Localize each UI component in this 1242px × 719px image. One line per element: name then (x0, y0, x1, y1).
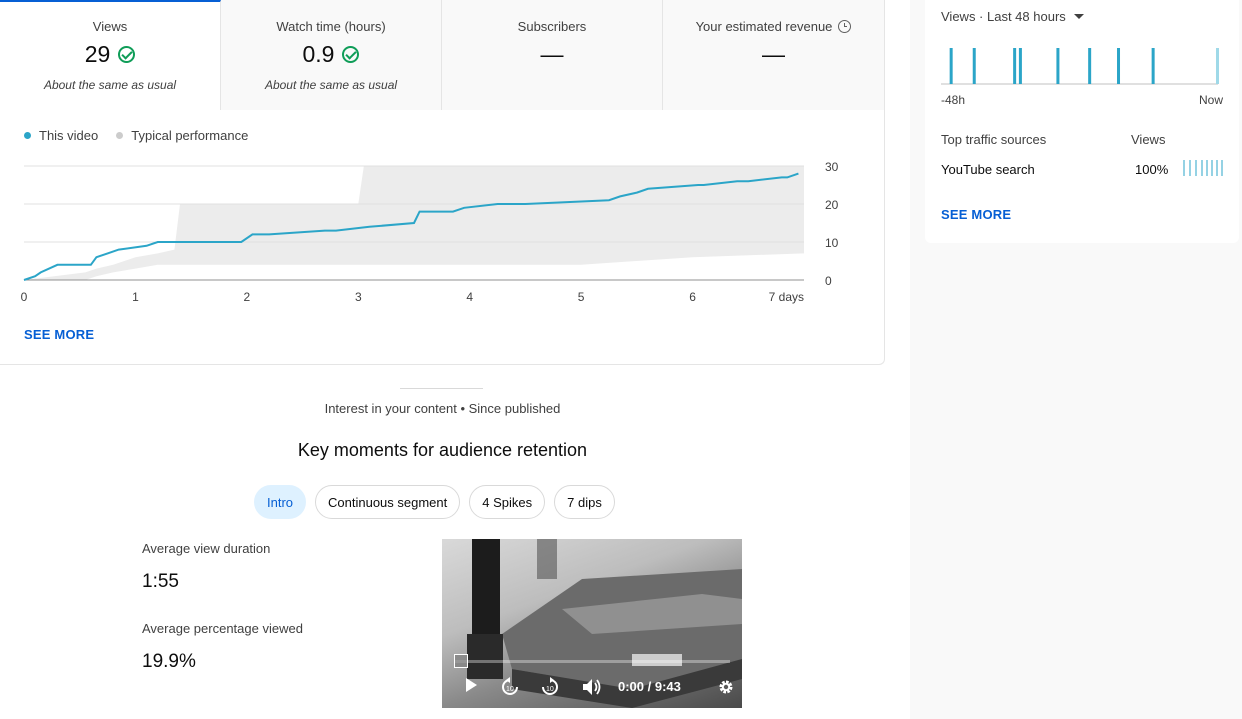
x-tick-label: 3 (355, 290, 362, 304)
tab-revenue[interactable]: Your estimated revenue — (663, 0, 884, 110)
metrics-card: Views 29 About the same as usual Watch t… (0, 0, 885, 365)
tab-subscribers[interactable]: Subscribers — (442, 0, 663, 110)
y-tick-label: 20 (825, 198, 839, 212)
y-tick-label: 30 (825, 160, 839, 174)
realtime-axis-left: -48h (941, 93, 966, 107)
tab-value: — (442, 40, 662, 68)
video-progress-bar[interactable] (455, 660, 730, 663)
realtime-period-dropdown[interactable]: Views · Last 48 hours (941, 9, 1084, 24)
tab-value: 0.9 (221, 40, 441, 68)
y-tick-label: 0 (825, 274, 832, 288)
realtime-axis-right: Now (1198, 93, 1223, 107)
chip-intro[interactable]: Intro (254, 485, 307, 519)
realtime-bar-chart (941, 48, 1219, 85)
check-circle-icon (118, 45, 136, 63)
chart-legend: This video Typical performance (24, 128, 248, 143)
realtime-bar (949, 48, 953, 84)
legend-this-video: This video (24, 128, 98, 143)
revenue-value: — (762, 40, 785, 67)
x-tick-label: 2 (244, 290, 251, 304)
metric-tabs: Views 29 About the same as usual Watch t… (0, 0, 884, 110)
traffic-sparkline-icon (1183, 160, 1223, 176)
legend-dot-icon (116, 132, 124, 139)
y-tick-label: 10 (825, 236, 839, 250)
realtime-bar (1013, 48, 1017, 84)
tab-title: Watch time (hours) (276, 19, 386, 34)
realtime-bar (1151, 48, 1155, 84)
traffic-sources-header: Top traffic sources (941, 132, 1047, 147)
realtime-bar (1088, 48, 1092, 84)
progress-scrubber[interactable] (454, 654, 468, 668)
x-tick-label: 6 (689, 290, 696, 304)
svg-text:10: 10 (506, 686, 514, 693)
retention-chips: Intro Continuous segment 4 Spikes 7 dips (254, 485, 615, 519)
video-player[interactable]: 10 10 0:00 / 9:43 (442, 539, 742, 708)
realtime-bar (1018, 48, 1022, 84)
video-time: 0:00 / 9:43 (618, 679, 681, 694)
svg-text:10: 10 (546, 686, 554, 693)
avg-percentage-label: Average percentage viewed (142, 621, 303, 636)
section-subtitle: Interest in your content • Since publish… (324, 401, 561, 416)
see-more-link[interactable]: SEE MORE (24, 327, 94, 342)
x-tick-label: 1 (132, 290, 139, 304)
realtime-card: Views · Last 48 hours -48h Now Top traff… (925, 0, 1239, 243)
tab-value: 29 (0, 40, 220, 68)
watch-time-value: 0.9 (302, 40, 335, 67)
chip-dips[interactable]: 7 dips (554, 485, 615, 519)
x-tick-label: 4 (466, 290, 473, 304)
tab-title: Your estimated revenue (663, 19, 884, 34)
clock-icon (838, 20, 852, 33)
chip-continuous-segment[interactable]: Continuous segment (315, 485, 461, 519)
tab-views[interactable]: Views 29 About the same as usual (0, 0, 221, 110)
traffic-views-header: Views (1131, 132, 1166, 147)
rewind-10-icon[interactable]: 10 (500, 677, 520, 697)
section-divider (400, 388, 483, 389)
settings-gear-icon[interactable] (718, 679, 734, 695)
forward-10-icon[interactable]: 10 (540, 677, 560, 697)
legend-dot-icon (24, 132, 31, 139)
avg-view-duration-label: Average view duration (142, 541, 271, 556)
views-value: 29 (84, 40, 111, 67)
avg-percentage-value: 19.9% (142, 651, 196, 672)
tab-watch-time[interactable]: Watch time (hours) 0.9 About the same as… (221, 0, 442, 110)
legend-typical: Typical performance (116, 128, 248, 143)
subscribers-value: — (540, 40, 564, 67)
realtime-bar (1117, 48, 1121, 84)
volume-icon[interactable] (582, 678, 602, 696)
x-tick-label: 7 days (769, 290, 804, 304)
tab-value: — (663, 40, 884, 68)
realtime-bar (1056, 48, 1060, 84)
chip-spikes[interactable]: 4 Spikes (469, 485, 546, 519)
traffic-source-name: YouTube search (941, 162, 1035, 177)
realtime-bar (972, 48, 976, 84)
realtime-current-bar (1216, 48, 1219, 84)
traffic-source-percent: 100% (1135, 162, 1169, 177)
avg-view-duration-value: 1:55 (142, 571, 179, 592)
tab-title: Views (92, 19, 128, 34)
realtime-see-more-link[interactable]: SEE MORE (941, 207, 1011, 222)
x-tick-label: 5 (578, 290, 585, 304)
views-chart: 30 20 10 0 0 1 2 3 4 5 6 7 days (21, 160, 839, 304)
play-icon[interactable] (464, 677, 478, 693)
check-circle-icon (342, 45, 360, 63)
tab-note: About the same as usual (264, 78, 398, 92)
chevron-down-icon (1073, 14, 1084, 19)
tab-title: Subscribers (517, 19, 587, 34)
retention-heading: Key moments for audience retention (297, 440, 588, 460)
tab-note: About the same as usual (43, 78, 177, 92)
x-tick-label: 0 (21, 290, 28, 304)
